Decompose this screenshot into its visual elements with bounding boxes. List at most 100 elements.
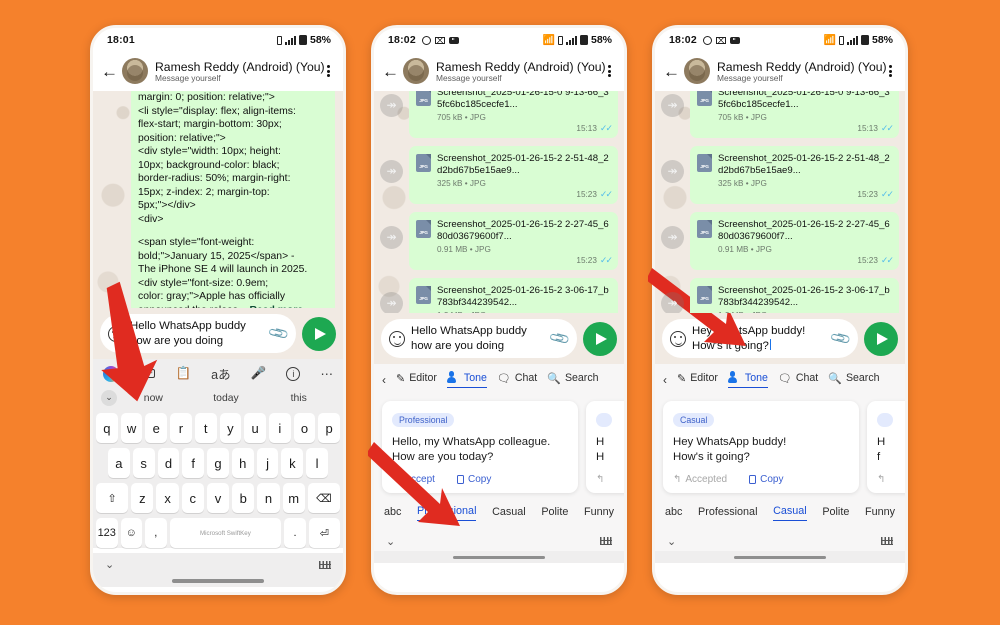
key-i[interactable]: i — [268, 413, 291, 444]
tone-tab-abc[interactable]: abc — [665, 506, 682, 521]
hide-keyboard-icon[interactable]: ⌄ — [105, 558, 114, 571]
key-d[interactable]: d — [157, 448, 180, 479]
copilot-icon[interactable] — [103, 365, 119, 382]
key-v[interactable]: v — [206, 483, 230, 514]
send-button[interactable] — [583, 321, 617, 356]
keyboard-layout-icon[interactable] — [319, 560, 331, 569]
enter-key[interactable]: ⏎ — [308, 518, 340, 549]
tab-chat[interactable]: 🗨 Chat — [778, 372, 818, 388]
keyboard-layout-icon[interactable] — [600, 537, 612, 546]
forward-icon[interactable]: ↠ — [661, 94, 684, 117]
suggestion-1[interactable]: now — [117, 393, 190, 404]
send-button[interactable] — [302, 316, 336, 351]
file-message-row[interactable]: ↠ Screenshot_2025-01-26-15-2 2-27-45_680… — [380, 211, 618, 270]
file-message-row[interactable]: ↠ Screenshot_2025-01-26-15-2 2-51-48_2d2… — [661, 145, 899, 204]
more-options-icon[interactable] — [323, 64, 333, 79]
key-a[interactable]: a — [107, 448, 130, 479]
mic-icon[interactable]: 🎤 — [251, 366, 267, 381]
file-message-row[interactable]: ↠ Screenshot_2025-01-26-15-0 9-13-66_35f… — [661, 91, 899, 138]
file-bubble[interactable]: Screenshot_2025-01-26-15-2 3-06-17_b783b… — [409, 277, 618, 313]
avatar[interactable] — [403, 58, 429, 84]
avatar[interactable] — [684, 58, 710, 84]
copy-button[interactable]: Copy — [456, 474, 491, 485]
shift-key[interactable]: ⇧ — [96, 483, 129, 514]
tone-tab-professional[interactable]: Professional — [417, 505, 477, 522]
clipboard-icon[interactable]: 📋 — [175, 366, 191, 381]
avatar[interactable] — [122, 58, 148, 84]
collapse-icon[interactable]: ⌄ — [101, 390, 117, 407]
tone-suggestion-card[interactable]: Professional Hello, my WhatsApp colleagu… — [382, 401, 578, 494]
forward-icon[interactable]: ↠ — [661, 225, 684, 249]
info-icon[interactable]: i — [286, 366, 301, 381]
file-bubble[interactable]: Screenshot_2025-01-26-15-2 3-06-17_b783b… — [690, 277, 899, 313]
file-message-row[interactable]: ↠ Screenshot_2025-01-26-15-2 2-27-45_680… — [661, 211, 899, 270]
attach-icon[interactable]: 📎 — [547, 327, 571, 351]
file-bubble[interactable]: Screenshot_2025-01-26-15-0 9-13-66_35fc6… — [409, 91, 618, 138]
attach-icon[interactable]: 📎 — [266, 322, 290, 346]
file-bubble[interactable]: Screenshot_2025-01-26-15-2 2-51-48_2d2bd… — [409, 145, 618, 204]
contact-info[interactable]: Ramesh Reddy (Android) (You) Message you… — [717, 60, 887, 83]
key-z[interactable]: z — [131, 483, 154, 514]
key-j[interactable]: j — [256, 448, 279, 479]
keyboard-layout-icon[interactable] — [881, 537, 893, 546]
backspace-key[interactable]: ⌫ — [307, 483, 340, 514]
forward-icon[interactable]: ↠ — [661, 159, 684, 183]
more-options-icon[interactable] — [885, 64, 895, 79]
contact-info[interactable]: Ramesh Reddy (Android) (You) Message you… — [155, 60, 325, 83]
message-input[interactable]: Hello WhatsApp buddy how are you doing 📎 — [100, 314, 296, 354]
tone-suggestion-card-partial[interactable]: H f ↰ — [867, 401, 905, 494]
space-key[interactable]: Microsoft SwiftKey — [169, 518, 282, 549]
gif-icon[interactable]: GIF — [139, 369, 156, 379]
tab-search[interactable]: 🔍 Search — [547, 372, 598, 388]
file-bubble[interactable]: Screenshot_2025-01-26-15-2 2-27-45_680d0… — [409, 211, 618, 270]
emoji-icon[interactable] — [389, 330, 405, 347]
tab-tone[interactable]: Tone — [446, 371, 487, 389]
key-t[interactable]: t — [194, 413, 217, 444]
message-bubble[interactable]: margin: 0; position: relative;"> <li sty… — [131, 91, 335, 308]
more-icon[interactable]: ⋯ — [321, 366, 334, 381]
accept-icon-partial[interactable]: ↰ — [596, 474, 604, 485]
key-m[interactable]: m — [282, 483, 305, 514]
key-q[interactable]: q — [95, 413, 118, 444]
back-icon[interactable]: ← — [382, 63, 399, 80]
key-k[interactable]: k — [281, 448, 304, 479]
suggestion-2[interactable]: today — [190, 393, 263, 404]
tone-tab-polite[interactable]: Polite — [541, 506, 568, 521]
toolbar-back-icon[interactable]: ‹ — [382, 373, 386, 387]
key-w[interactable]: w — [120, 413, 143, 444]
key-o[interactable]: o — [293, 413, 316, 444]
numbers-key[interactable]: 123 — [96, 518, 118, 549]
tone-tab-funny[interactable]: Funny — [865, 506, 895, 521]
message-input[interactable]: Hey WhatsApp buddy! How's it going? 📎 — [662, 319, 858, 359]
emoji-icon[interactable] — [108, 325, 124, 342]
tone-suggestion-card[interactable]: Casual Hey WhatsApp buddy! How's it goin… — [663, 401, 859, 494]
tab-tone[interactable]: Tone — [727, 371, 768, 389]
comma-key[interactable]: , — [145, 518, 167, 549]
emoji-icon[interactable] — [670, 330, 686, 347]
tab-editor[interactable]: ✎ Editor — [677, 372, 718, 388]
key-p[interactable]: p — [318, 413, 341, 444]
period-key[interactable]: . — [284, 518, 306, 549]
key-f[interactable]: f — [182, 448, 205, 479]
key-b[interactable]: b — [232, 483, 255, 514]
accept-button[interactable]: ↰ Accept — [392, 474, 435, 485]
file-message-row[interactable]: ↠ Screenshot_2025-01-26-15-2 3-06-17_b78… — [380, 277, 618, 313]
accept-icon-partial[interactable]: ↰ — [877, 474, 885, 485]
copy-button[interactable]: Copy — [749, 474, 783, 485]
toolbar-back-icon[interactable]: ‹ — [663, 373, 667, 387]
tone-suggestion-card-partial[interactable]: H H ↰ — [586, 401, 624, 494]
file-message-row[interactable]: ↠ Screenshot_2025-01-26-15-2 3-06-17_b78… — [661, 277, 899, 313]
forward-icon[interactable]: ↠ — [380, 159, 403, 183]
forward-icon[interactable]: ↠ — [380, 225, 403, 249]
key-x[interactable]: x — [156, 483, 179, 514]
tab-editor[interactable]: ✎ Editor — [396, 372, 437, 388]
key-l[interactable]: l — [306, 448, 329, 479]
read-more-link[interactable]: Read more — [250, 305, 304, 308]
back-icon[interactable]: ← — [663, 63, 680, 80]
key-h[interactable]: h — [231, 448, 254, 479]
tone-tab-funny[interactable]: Funny — [584, 506, 614, 521]
attach-icon[interactable]: 📎 — [828, 327, 852, 351]
back-icon[interactable]: ← — [101, 63, 118, 80]
forward-icon[interactable]: ↠ — [380, 94, 403, 117]
tab-search[interactable]: 🔍 Search — [828, 372, 879, 388]
